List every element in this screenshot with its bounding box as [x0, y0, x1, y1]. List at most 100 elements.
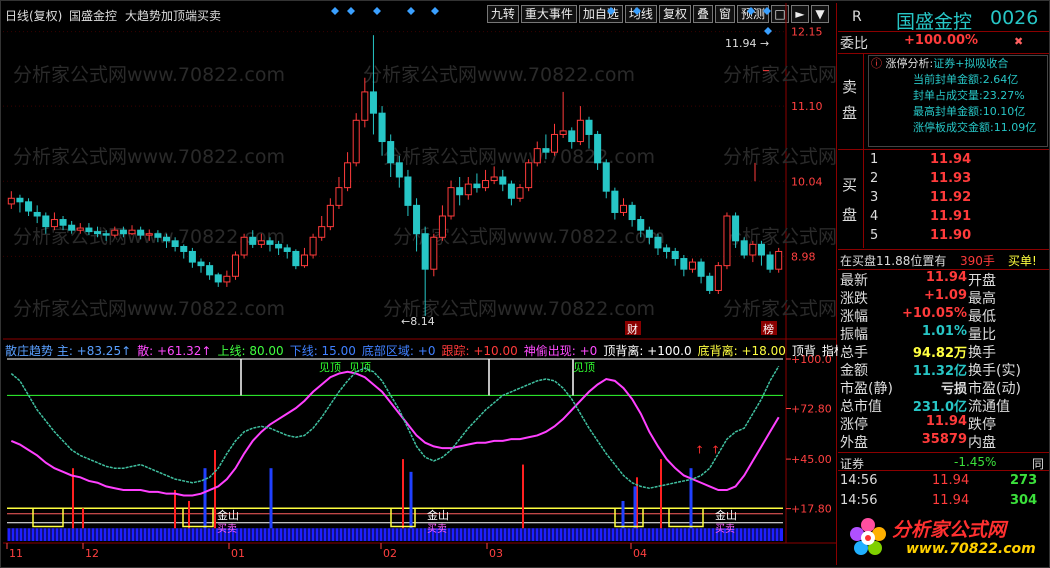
stat-row: 涨跌 +1.09 最高 [838, 288, 1049, 307]
stock-code: 0026 [990, 7, 1039, 29]
buy-level-price: 11.90 [930, 228, 972, 243]
candle-body [404, 176, 412, 206]
candle-body [732, 215, 740, 242]
candle-body [628, 204, 636, 221]
candle-body [378, 112, 386, 143]
indicator-header-item: 散庄趋势 主: +83.25↑ [5, 344, 132, 358]
low-price-label: ←8.14 [401, 315, 435, 328]
stat-label-2: 跌停 [968, 417, 996, 433]
jinshan-label: 金山 [427, 508, 449, 522]
date-label: 11 [9, 547, 23, 560]
marker-cai: 财 [627, 322, 638, 336]
candle-body [766, 254, 774, 270]
watermark-text: 分析家公式网www.70822.com [723, 146, 837, 168]
candle-body [559, 130, 567, 135]
indicator-header: 散庄趋势 主: +83.25↑ 散: +61.32↑ 上线: 80.00 下线: 15… [5, 342, 870, 358]
candle-body [654, 236, 662, 249]
scatter-line [10, 370, 780, 497]
candle-body [369, 91, 377, 114]
candle-body [723, 215, 731, 267]
candle-body [76, 227, 84, 231]
indicator-header-item: 顶背 [791, 344, 816, 358]
candle-body [231, 254, 240, 277]
buy-level-index: 3 [870, 190, 879, 205]
quote-panel: R 国盛金控 0026 委比 +100.00% ✖ 卖 盘 ⓘ 涨停分析:证券+… [838, 3, 1049, 565]
candle-body [637, 219, 645, 231]
candle-body [438, 215, 446, 238]
buy-level-row: 5 11.90 [864, 228, 1049, 247]
signal-diamond [407, 7, 415, 15]
candle-body [154, 233, 162, 238]
tick-volume: 273 [1010, 473, 1038, 488]
candle-body [188, 250, 196, 263]
candle-body [137, 229, 145, 236]
candle-body [594, 133, 602, 164]
candle-body [550, 133, 559, 153]
candle-body [85, 227, 93, 233]
limit-analysis-popup[interactable]: ⓘ 涨停分析:证券+拟吸收合 当前封单金额:2.64亿 封单占成交量:23.27… [868, 55, 1048, 147]
candle-body [542, 148, 550, 153]
marker-bang: 榜 [763, 322, 774, 336]
tick-row: 14:56 11.94 273 [838, 473, 1049, 493]
stat-label-2: 换手(实) [968, 363, 1021, 379]
chart-canvas[interactable]: 分析家公式网www.70822.com 分析家公式网www.70822.com 分析… [3, 3, 837, 565]
stat-value: 35879 [921, 432, 967, 447]
candle-body [688, 261, 696, 270]
main-chart-area[interactable]: 日线(复权) 国盛金控 大趋势加顶端买卖 九转 重大事件 加自选 均线 复权 叠… [3, 3, 870, 565]
watermark-text: 分析家公式网www.70822.com [723, 64, 837, 86]
signal-diamond [764, 27, 772, 35]
stat-row: 涨停 11.94 跌停 [838, 414, 1049, 433]
candle-body [456, 187, 464, 196]
stat-label-2: 开盘 [968, 273, 996, 289]
stat-label-2: 最高 [968, 291, 996, 307]
stat-value: +10.05% [901, 306, 967, 321]
candle-body [714, 265, 722, 291]
buy-level-index: 5 [870, 228, 879, 243]
indicator-axis-label: +45.00 [791, 453, 832, 466]
stat-label: 总市值 [840, 399, 882, 415]
stat-value: 1.01% [921, 324, 967, 339]
indicator-header-item: 底部区域: +0 [361, 344, 436, 358]
candle-body [585, 119, 593, 135]
tick-time: 14:56 [840, 473, 878, 488]
stat-value: 94.82万 [912, 346, 967, 361]
signal-diamond [747, 7, 755, 15]
candle-body [283, 247, 291, 252]
stat-row: 总手 94.82万 换手 [838, 342, 1049, 361]
candle-body [352, 119, 360, 164]
yellow-box-signal [614, 508, 644, 528]
indicator-header-item: 神偷出现: +0 [523, 344, 598, 358]
candle-body [335, 187, 343, 206]
date-label: 04 [633, 547, 647, 560]
tick-price: 11.94 [932, 493, 970, 508]
buy-level-price: 11.91 [930, 209, 972, 224]
candle-body [482, 180, 490, 189]
candle-body [344, 162, 352, 189]
indicator-header-item: 上线: 80.00 [217, 344, 284, 358]
candle-body [697, 261, 705, 277]
candle-body [240, 236, 248, 256]
quote-header: R 国盛金控 0026 [838, 7, 1049, 33]
buy-level-row: 3 11.92 [864, 190, 1049, 209]
candle-body [507, 183, 515, 199]
flower-logo-icon [850, 518, 886, 555]
jinshan-label: 金山 [217, 508, 239, 522]
candle-body [602, 162, 610, 192]
candle-body [128, 229, 136, 235]
stat-value: 231.0亿 [912, 400, 967, 415]
up-arrow-icon: ↑ [711, 444, 720, 457]
price-axis-label: 8.98 [791, 250, 816, 263]
yellow-box-signal [32, 508, 64, 528]
date-label: 12 [85, 547, 99, 560]
sell-label-1: 卖 [842, 78, 858, 96]
candle-body [568, 130, 576, 143]
r-marker: R [852, 9, 862, 25]
buy-label-1: 买 [842, 176, 858, 194]
candle-body [499, 176, 507, 185]
candle-body [275, 243, 283, 249]
tick-time: 14:56 [840, 493, 878, 508]
watermark-text: 分析家公式网www.70822.com [13, 298, 285, 320]
candle-body [50, 219, 58, 228]
close-x-icon[interactable]: ✖ [1014, 35, 1023, 48]
stat-label: 外盘 [840, 435, 868, 451]
